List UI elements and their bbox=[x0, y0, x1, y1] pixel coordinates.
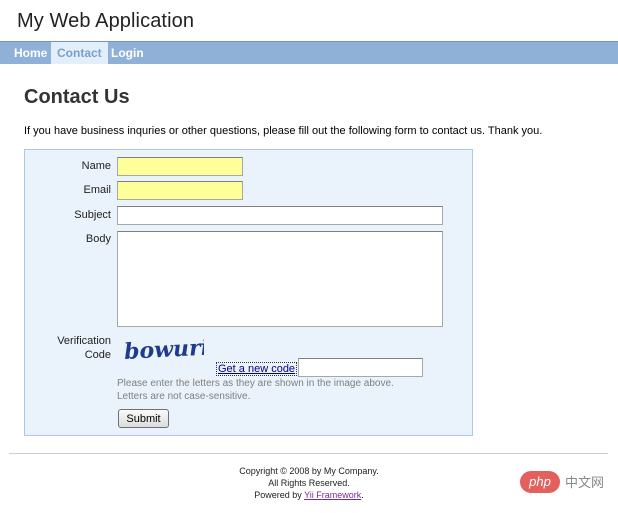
nav-item-home[interactable]: Home bbox=[8, 42, 53, 64]
nav-item-contact[interactable]: Contact bbox=[51, 42, 108, 64]
get-new-code-link[interactable]: Get a new code bbox=[216, 362, 298, 376]
verification-hint: Please enter the letters as they are sho… bbox=[117, 377, 394, 403]
email-field[interactable] bbox=[117, 181, 243, 200]
email-label: Email bbox=[83, 184, 111, 196]
body-label: Body bbox=[85, 233, 111, 245]
verification-code-field[interactable] bbox=[298, 358, 423, 377]
verification-label: Verification Code bbox=[25, 334, 111, 362]
hint-line2: Letters are not case-sensitive. bbox=[117, 391, 251, 402]
verification-label-line2: Code bbox=[84, 349, 111, 361]
php-logo-badge: php bbox=[520, 471, 560, 493]
php-cn-watermark: php 中文网 bbox=[520, 471, 610, 493]
hint-line1: Please enter the letters as they are sho… bbox=[117, 378, 394, 389]
page-title: Contact Us bbox=[24, 86, 130, 108]
name-label: Name bbox=[81, 160, 111, 172]
footer-divider bbox=[9, 453, 608, 454]
main-nav: Home Contact Login bbox=[0, 41, 618, 64]
submit-button[interactable]: Submit bbox=[118, 409, 169, 428]
contact-form: Name Email Subject Body Verification Cod… bbox=[24, 149, 473, 436]
subject-field[interactable] bbox=[117, 206, 443, 225]
captcha-text: bowuri bbox=[123, 335, 204, 364]
subject-label: Subject bbox=[74, 209, 111, 221]
watermark-text: 中文网 bbox=[565, 476, 605, 491]
powered-by-suffix: . bbox=[361, 490, 364, 500]
powered-by-prefix: Powered by bbox=[254, 490, 305, 500]
verification-label-line1: Verification bbox=[57, 335, 111, 347]
nav-item-login[interactable]: Login bbox=[105, 42, 150, 64]
body-field[interactable] bbox=[117, 231, 443, 327]
name-field[interactable] bbox=[117, 157, 243, 176]
captcha-image: bowuri bbox=[123, 335, 204, 364]
yii-framework-link[interactable]: Yii Framework bbox=[304, 490, 361, 500]
intro-text: If you have business inquries or other q… bbox=[24, 125, 543, 137]
app-title: My Web Application bbox=[17, 10, 195, 32]
